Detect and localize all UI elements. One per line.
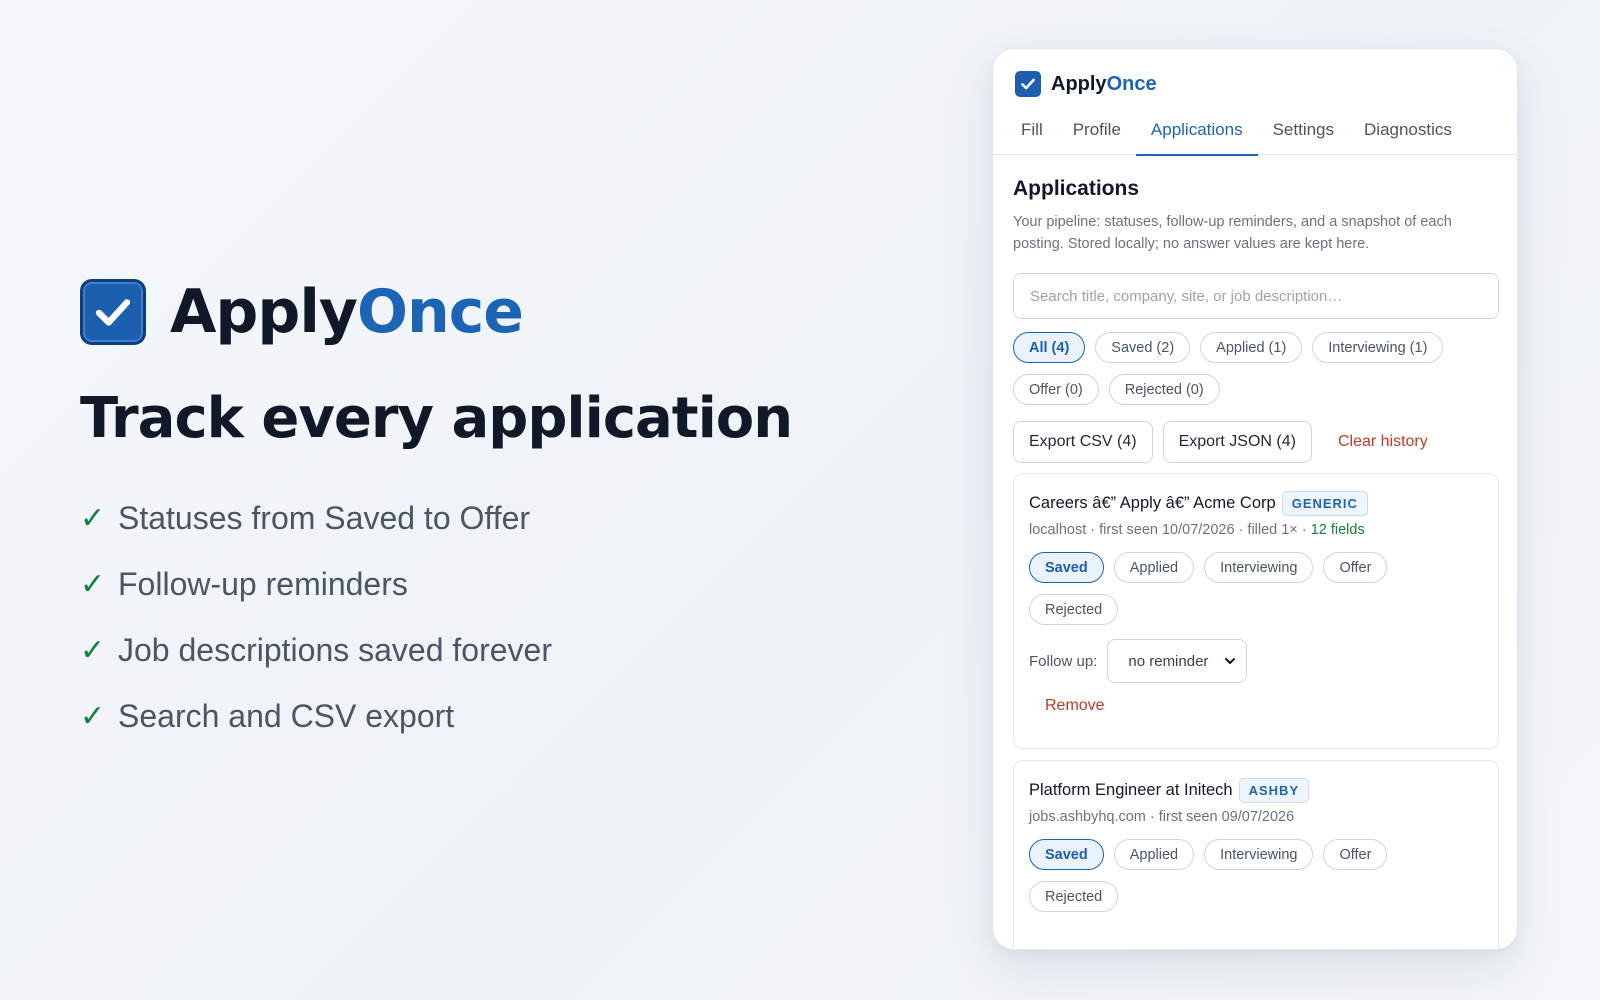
application-meta: localhost · first seen 10/07/2026 · fill…	[1029, 522, 1483, 538]
status-saved[interactable]: Saved	[1029, 552, 1104, 583]
search-input[interactable]	[1013, 273, 1499, 319]
tab-fill[interactable]: Fill	[1006, 105, 1058, 155]
tab-settings[interactable]: Settings	[1258, 105, 1349, 155]
checkmark-icon: ✓	[80, 501, 106, 535]
checkmark-icon: ✓	[80, 699, 106, 733]
hero-brand-name: ApplyOnce	[170, 277, 524, 347]
tab-bar: Fill Profile Applications Settings Diagn…	[993, 105, 1517, 156]
card-title-row: Platform Engineer at Initech ASHBY	[1029, 777, 1483, 803]
status-interviewing[interactable]: Interviewing	[1204, 552, 1314, 583]
feature-text: Statuses from Saved to Offer	[118, 499, 531, 536]
clear-history-button[interactable]: Clear history	[1338, 433, 1428, 451]
tab-profile[interactable]: Profile	[1058, 105, 1136, 155]
export-json-button[interactable]: Export JSON (4)	[1162, 421, 1312, 463]
hero-brand: ApplyOnce	[80, 277, 840, 347]
status-filter-group: All (4) Saved (2) Applied (1) Interviewi…	[1013, 332, 1493, 405]
hero-brand-suffix: Once	[357, 277, 524, 347]
feature-item: ✓ Statuses from Saved to Offer	[80, 485, 840, 551]
panel-brand-name: ApplyOnce	[1051, 73, 1157, 96]
filter-saved[interactable]: Saved (2)	[1095, 332, 1191, 363]
status-selector: Saved Applied Interviewing Offer Rejecte…	[1029, 552, 1449, 625]
export-csv-button[interactable]: Export CSV (4)	[1013, 421, 1153, 463]
extension-popup: ApplyOnce Fill Profile Applications Sett…	[992, 48, 1518, 950]
hero: ApplyOnce Track every application ✓ Stat…	[80, 277, 840, 749]
application-card: Platform Engineer at Initech ASHBY jobs.…	[1013, 760, 1499, 949]
feature-item: ✓ Job descriptions saved forever	[80, 617, 840, 683]
filter-applied[interactable]: Applied (1)	[1200, 332, 1303, 363]
filter-interviewing[interactable]: Interviewing (1)	[1312, 332, 1444, 363]
checkmark-icon: ✓	[80, 633, 106, 667]
application-title: Platform Engineer at Initech	[1029, 780, 1233, 799]
followup-select[interactable]: no reminder	[1107, 639, 1248, 683]
checkbox-checked-icon	[1015, 71, 1041, 97]
status-offer[interactable]: Offer	[1323, 839, 1388, 870]
feature-list: ✓ Statuses from Saved to Offer ✓ Follow-…	[80, 485, 840, 749]
filter-offer[interactable]: Offer (0)	[1013, 374, 1099, 405]
checkbox-checked-icon	[80, 279, 146, 345]
application-card: Careers â€” Apply â€” Acme Corp GENERIC …	[1013, 473, 1499, 749]
filter-rejected[interactable]: Rejected (0)	[1108, 374, 1220, 405]
panel-brand-prefix: Apply	[1051, 72, 1107, 95]
status-rejected[interactable]: Rejected	[1029, 594, 1119, 625]
action-row: Export CSV (4) Export JSON (4) Clear his…	[1013, 421, 1428, 463]
status-offer[interactable]: Offer	[1323, 552, 1388, 583]
checkmark-icon: ✓	[80, 567, 106, 601]
section-title: Applications	[1013, 177, 1140, 200]
section-description: Your pipeline: statuses, follow-up remin…	[1013, 214, 1452, 252]
followup-label: Follow up:	[1029, 652, 1098, 670]
status-applied[interactable]: Applied	[1113, 552, 1195, 583]
status-saved[interactable]: Saved	[1029, 839, 1104, 870]
hero-brand-prefix: Apply	[170, 277, 358, 347]
status-selector: Saved Applied Interviewing Offer Rejecte…	[1029, 839, 1449, 912]
fields-count: 12 fields	[1310, 522, 1365, 538]
feature-text: Job descriptions saved forever	[118, 631, 552, 668]
panel-brand: ApplyOnce	[1015, 71, 1157, 97]
meta-text: localhost · first seen 10/07/2026 · fill…	[1029, 522, 1311, 538]
feature-item: ✓ Search and CSV export	[80, 683, 840, 749]
remove-button[interactable]: Remove	[1045, 697, 1105, 715]
status-rejected[interactable]: Rejected	[1029, 881, 1119, 912]
status-interviewing[interactable]: Interviewing	[1204, 839, 1314, 870]
feature-text: Follow-up reminders	[118, 565, 408, 602]
tab-applications[interactable]: Applications	[1135, 105, 1258, 156]
panel-brand-suffix: Once	[1106, 72, 1157, 95]
filter-all[interactable]: All (4)	[1013, 332, 1086, 363]
application-meta: jobs.ashbyhq.com · first seen 09/07/2026	[1029, 809, 1295, 825]
followup-value: no reminder	[1128, 652, 1209, 670]
chevron-down-icon	[1225, 658, 1236, 664]
status-applied[interactable]: Applied	[1113, 839, 1195, 870]
feature-item: ✓ Follow-up reminders	[80, 551, 840, 617]
source-badge: ASHBY	[1238, 777, 1310, 803]
application-title: Careers â€” Apply â€” Acme Corp	[1029, 493, 1276, 512]
feature-text: Search and CSV export	[118, 697, 455, 734]
followup-row: Follow up: no reminder	[1029, 639, 1483, 683]
hero-headline: Track every application	[80, 386, 793, 451]
source-badge: GENERIC	[1281, 490, 1368, 516]
tab-diagnostics[interactable]: Diagnostics	[1349, 105, 1467, 155]
card-title-row: Careers â€” Apply â€” Acme Corp GENERIC	[1029, 490, 1483, 516]
